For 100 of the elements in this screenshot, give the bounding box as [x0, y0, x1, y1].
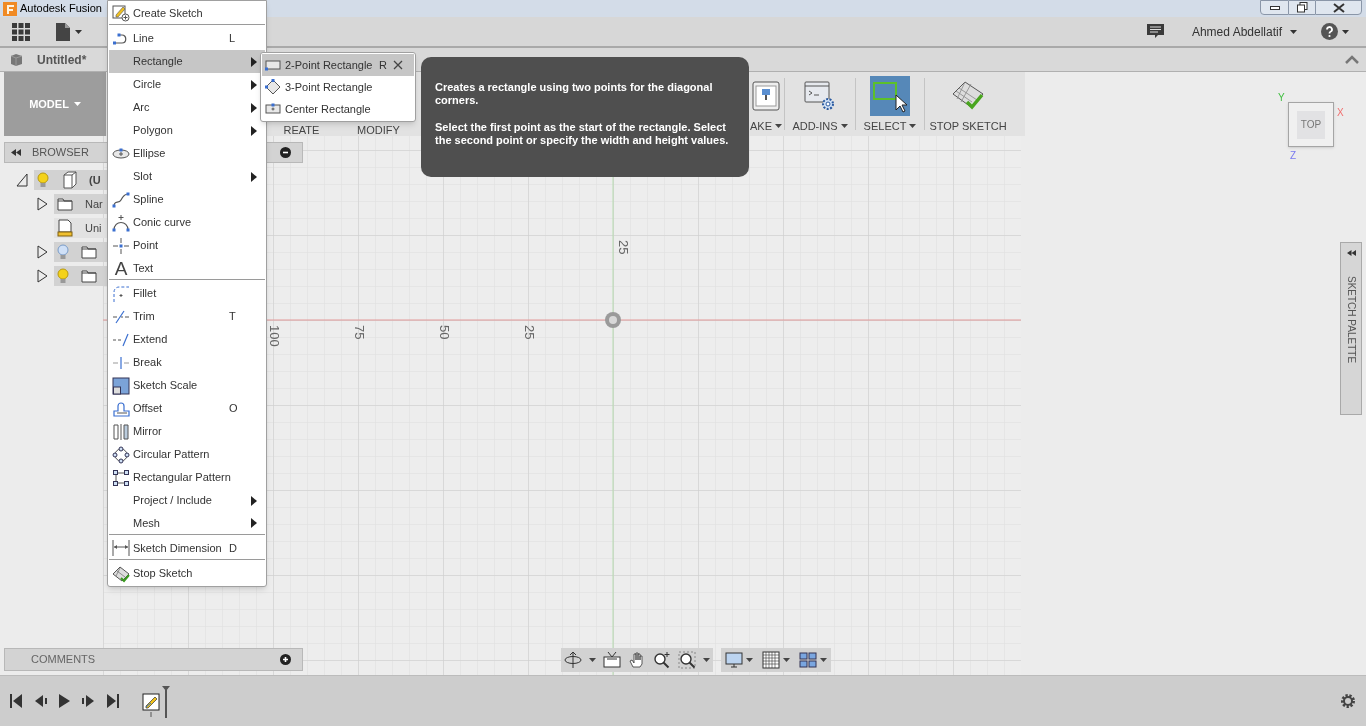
caret-icon [775, 124, 782, 128]
grid-icon[interactable] [762, 651, 780, 669]
menu-item[interactable]: Mirror [109, 420, 265, 443]
menu-item[interactable]: Fillet [109, 282, 265, 305]
tree-item-label: Nar [85, 196, 103, 212]
menu-item[interactable]: Offset O [109, 397, 265, 420]
expand-arrow-icon[interactable] [36, 245, 48, 259]
browser-title: BROWSER [32, 145, 89, 161]
ribbon-button[interactable]: REATE [262, 124, 341, 136]
menu-item[interactable]: Line L [109, 27, 265, 50]
ribbon-button[interactable]: STOP SKETCH [925, 72, 1011, 136]
submenu-arrow-icon [251, 171, 257, 182]
menu-item[interactable]: Polygon [109, 119, 265, 142]
ribbon-button[interactable]: SELECT [856, 72, 924, 136]
tooltip-text: Creates a rectangle using two points for the diagonal corners. [435, 81, 714, 107]
menu-item[interactable]: Rectangle [109, 50, 265, 73]
axis-label: 25 [616, 240, 631, 255]
menu-item[interactable]: Conic curve [109, 211, 265, 234]
restore-button[interactable] [1289, 0, 1315, 15]
step-back-icon[interactable] [34, 693, 47, 709]
comment-icon[interactable] [1146, 24, 1164, 39]
settings-icon[interactable] [1340, 693, 1356, 709]
ribbon-button[interactable]: MODIFY [341, 124, 416, 136]
look-at-icon[interactable] [603, 651, 621, 669]
skip-to-end-icon[interactable] [106, 693, 119, 709]
menu-item[interactable]: Point [109, 234, 265, 257]
center-rectangle-icon [265, 102, 281, 116]
stop-sketch-icon [112, 564, 130, 583]
axis-label: 75 [352, 325, 367, 340]
printer-icon [752, 78, 780, 113]
submenu-arrow-icon [251, 79, 257, 90]
file-menu-button[interactable] [56, 22, 82, 41]
orbit-icon[interactable] [564, 651, 582, 669]
caret-icon [703, 658, 710, 662]
menu-item[interactable]: A Text [109, 257, 265, 280]
menu-item[interactable]: Spline [109, 188, 265, 211]
tooltip-text: Select the first point as the start of the rectangle. Select the second point or specify the width and height values. [435, 121, 730, 147]
sketch-icon [112, 4, 130, 22]
viewports-icon[interactable] [799, 651, 817, 669]
document-tab[interactable]: Untitled* [0, 48, 87, 71]
close-button[interactable] [1315, 0, 1362, 15]
close-icon[interactable] [393, 60, 403, 70]
play-icon[interactable] [58, 693, 71, 709]
menu-item[interactable]: Stop Sketch [109, 562, 265, 585]
menu-item[interactable]: Sketch Scale [109, 374, 265, 397]
app-logo-icon [3, 1, 17, 16]
fillet-icon [112, 284, 130, 303]
document-icon [56, 22, 70, 41]
skip-to-start-icon[interactable] [10, 693, 23, 709]
script-gear-icon [804, 79, 836, 112]
conic-curve-icon [112, 213, 130, 232]
menu-item[interactable]: Center Rectangle [262, 98, 414, 120]
ribbon-button[interactable]: ADD-INS [785, 72, 855, 136]
expand-arrow-icon[interactable] [36, 197, 48, 211]
zoom-window-icon[interactable] [678, 651, 696, 669]
sketch-feature-icon[interactable] [142, 684, 170, 718]
rectangle-icon [265, 58, 281, 72]
user-menu-button[interactable]: Ahmed Abdellatif [1191, 22, 1297, 41]
menu-item[interactable]: Rectangular Pattern [109, 466, 265, 489]
menu-item[interactable]: 3-Point Rectangle [262, 76, 414, 98]
chevron-up-icon[interactable] [1345, 55, 1359, 64]
view-cube[interactable]: TOP [1288, 102, 1334, 147]
menu-item[interactable]: Circular Pattern [109, 443, 265, 466]
monitor-icon[interactable] [725, 651, 743, 669]
minimize-button[interactable] [1260, 0, 1289, 15]
component-cube-icon [61, 171, 77, 189]
cube-icon [10, 52, 23, 67]
plus-circle-icon[interactable] [280, 654, 291, 665]
menu-item[interactable]: Ellipse [109, 142, 265, 165]
step-forward-icon[interactable] [82, 693, 95, 709]
expand-icon [1346, 250, 1356, 256]
caret-icon [73, 102, 81, 106]
minus-circle-icon[interactable] [280, 147, 291, 158]
minimize-icon [1269, 5, 1280, 10]
circular-pattern-icon [112, 445, 130, 464]
collapse-icon[interactable] [11, 149, 21, 156]
caret-icon [783, 658, 790, 662]
zoom-icon[interactable] [653, 651, 671, 669]
expand-arrow-icon[interactable] [16, 173, 28, 187]
folder-icon [81, 245, 97, 259]
pan-hand-icon[interactable] [628, 651, 646, 669]
help-icon [1321, 23, 1338, 40]
menu-item[interactable]: 2-Point Rectangle R [262, 54, 414, 76]
window-title: Autodesk Fusion [20, 1, 102, 17]
offset-icon [112, 399, 130, 418]
expand-arrow-icon[interactable] [36, 269, 48, 283]
sketch-palette-tab[interactable]: SKETCH PALETTE [1340, 242, 1362, 415]
menu-item[interactable]: Project / Include [109, 489, 265, 512]
app-grid-icon[interactable] [12, 22, 30, 41]
help-menu-button[interactable] [1321, 23, 1349, 40]
menu-item[interactable]: Mesh [109, 512, 265, 535]
caret-icon [746, 658, 753, 662]
menu-item[interactable]: Break [109, 351, 265, 374]
caret-icon [75, 29, 82, 34]
menu-item[interactable]: Create Sketch [109, 2, 265, 25]
ribbon-button[interactable]: AKE [748, 72, 784, 136]
menu-item[interactable]: Extend [109, 328, 265, 351]
menu-item[interactable]: Sketch Dimension D [109, 537, 265, 560]
menu-item[interactable]: Trim T [109, 305, 265, 328]
menu-item[interactable]: Slot [109, 165, 265, 188]
